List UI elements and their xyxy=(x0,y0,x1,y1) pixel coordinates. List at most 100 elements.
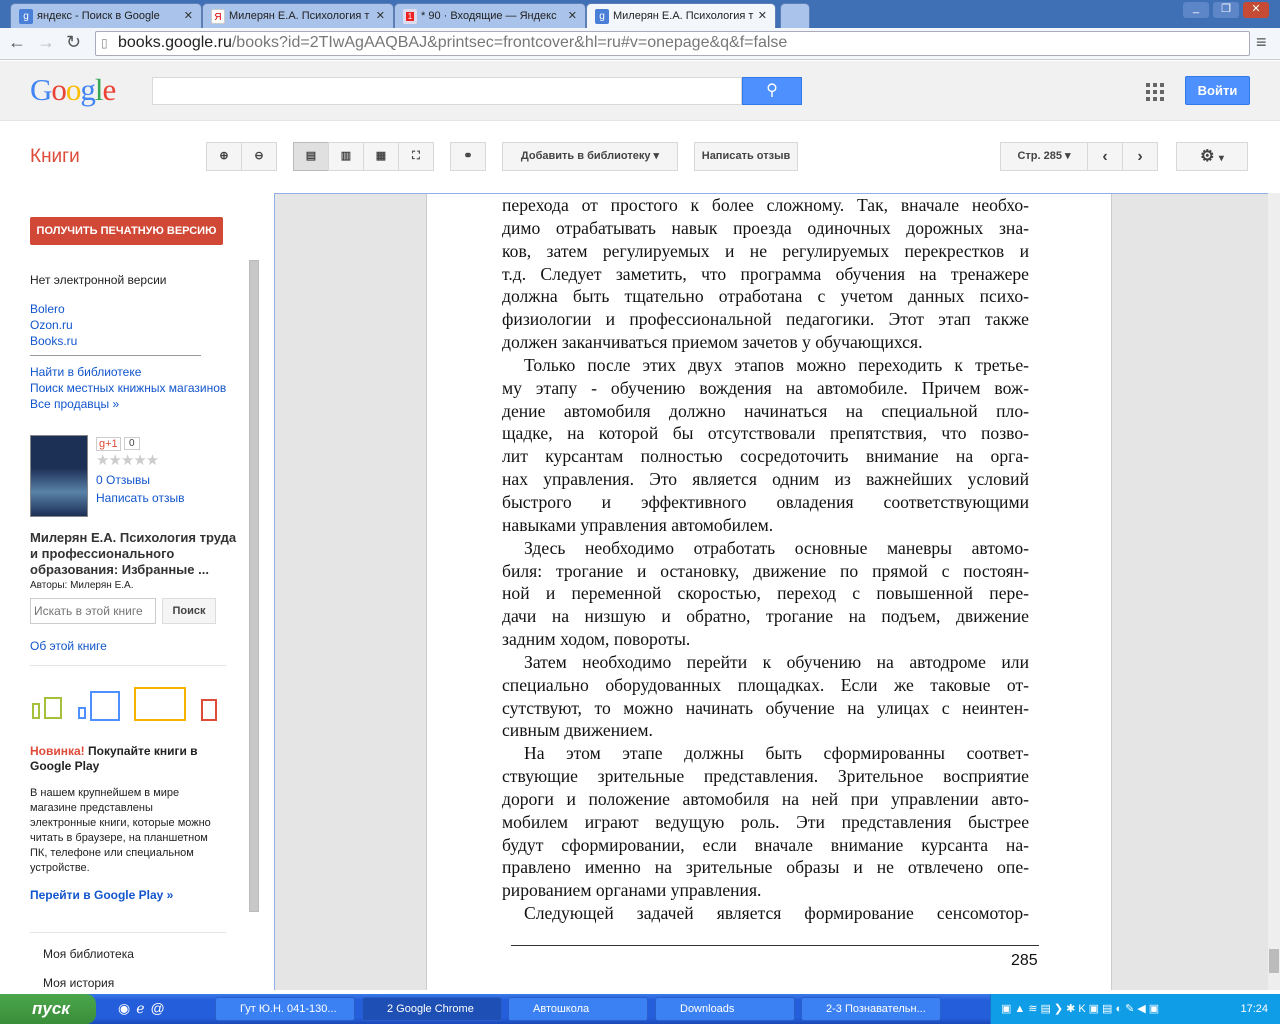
zoom-in-button[interactable]: ⊕ xyxy=(206,142,242,171)
google-play-link[interactable]: Перейти в Google Play » xyxy=(30,888,173,902)
promo-text: В нашем крупнейшем в мире магазине предс… xyxy=(30,787,211,874)
close-icon[interactable]: ✕ xyxy=(758,9,767,22)
tab-yandex-search[interactable]: g яндекс - Поиск в Google ✕ xyxy=(10,3,202,28)
reviews-link[interactable]: 0 Отзывы xyxy=(96,473,150,487)
text-line: правлено именно на зрительные образы и н… xyxy=(502,857,1029,878)
reload-icon[interactable]: ↻ xyxy=(66,32,81,53)
close-icon[interactable]: ✕ xyxy=(568,9,577,22)
task-item-word[interactable]: 2-3 Познавательн... xyxy=(801,997,941,1021)
forward-icon[interactable]: → xyxy=(37,32,55,53)
outlook-icon[interactable]: @ xyxy=(151,1000,165,1017)
menu-icon[interactable]: ≡ xyxy=(1256,32,1267,53)
local-stores-link[interactable]: Поиск местных книжных магазинов xyxy=(30,381,226,395)
text-line: дение автомобиля должно начинаться на сп… xyxy=(502,400,1029,421)
task-item[interactable]: Гут Ю.Н. 041-130... xyxy=(215,997,355,1021)
book-viewer: перехода от простого к более сложному. Т… xyxy=(274,193,1280,990)
next-page-button[interactable]: › xyxy=(1122,142,1158,171)
rating-stars: ★★★★★ xyxy=(96,452,159,469)
seller-link[interactable]: Bolero xyxy=(30,302,65,316)
seller-link[interactable]: Ozon.ru xyxy=(30,318,73,332)
book-cover[interactable] xyxy=(30,435,88,517)
my-library-link[interactable]: Моя библиотека xyxy=(43,947,134,961)
book-title: Милерян Е.А. Психология труда и професси… xyxy=(30,530,237,577)
text-line: мобилем играют ведущую роль. Эти предста… xyxy=(502,811,1029,832)
text-line: Следующей задачей является формирование … xyxy=(524,903,1029,924)
new-tab-button[interactable] xyxy=(780,3,810,28)
search-button[interactable]: ⚲ xyxy=(742,77,802,105)
prev-page-button[interactable]: ‹ xyxy=(1087,142,1123,171)
chrome-icon[interactable]: ◉ xyxy=(118,1000,130,1017)
book-search-input[interactable] xyxy=(30,598,156,624)
footer-rule xyxy=(511,945,1039,946)
settings-button[interactable]: ⚙ ▾ xyxy=(1176,142,1248,171)
text-line: специально оборудованных площадках. Если… xyxy=(502,674,1029,695)
maximize-icon[interactable]: ❐ xyxy=(1213,2,1239,18)
single-page-view-button[interactable]: ▤ xyxy=(293,142,329,171)
text-line: задним ходом, повороты. xyxy=(502,629,691,650)
text-line: биля: трогание и остановку, движение по … xyxy=(502,560,1029,581)
text-line: Затем необходимо перейти к обучению на а… xyxy=(524,651,1029,672)
tab-book-yandex[interactable]: Я Милерян Е.А. Психология т ✕ xyxy=(202,3,394,28)
gplus-button[interactable]: g+1 xyxy=(96,437,121,451)
tab-book-active[interactable]: g Милерян Е.А. Психология т ✕ xyxy=(586,3,776,28)
system-tray: ▣▲≋▤❯✱K▣▤◐✎◀▣ 17:24 xyxy=(990,994,1280,1024)
book-search-button[interactable]: Поиск xyxy=(162,598,216,624)
get-print-button[interactable]: ПОЛУЧИТЬ ПЕЧАТНУЮ ВЕРСИЮ xyxy=(30,217,223,245)
ie-icon[interactable]: ℯ xyxy=(136,1000,144,1017)
write-review-button[interactable]: Написать отзыв xyxy=(694,142,798,171)
close-icon[interactable]: ✕ xyxy=(184,9,193,22)
google-logo[interactable]: Google xyxy=(30,72,116,108)
all-sellers-link[interactable]: Все продавцы » xyxy=(30,397,119,411)
tray-icons[interactable]: ▣▲≋▤❯✱K▣▤◐✎◀▣ xyxy=(1001,1002,1162,1015)
divider xyxy=(30,932,226,933)
text-line: сивным движением. xyxy=(502,720,653,741)
chevron-left-icon: ‹ xyxy=(1102,148,1108,165)
fullscreen-button[interactable]: ⛶ xyxy=(398,142,434,171)
books-title[interactable]: Книги xyxy=(30,146,80,168)
minimize-icon[interactable]: _ xyxy=(1183,2,1209,18)
text-line: димо отрабатывать навык проезда одиночны… xyxy=(502,217,1029,238)
page-number: 285 xyxy=(1011,952,1038,969)
window-controls: _ ❐ ✕ xyxy=(1183,2,1273,18)
sign-in-button[interactable]: Войти xyxy=(1185,76,1250,105)
text-line: Здесь необходимо отработать основные ман… xyxy=(524,537,1029,558)
apps-grid-icon[interactable] xyxy=(1146,83,1164,101)
task-item-folder[interactable]: Downloads xyxy=(655,997,795,1021)
two-page-icon: ▥ xyxy=(340,150,352,162)
text-line: навыками управления автомобилем. xyxy=(502,514,774,535)
task-item-folder[interactable]: Автошкола xyxy=(508,997,648,1021)
close-icon[interactable]: ✕ xyxy=(376,9,385,22)
two-page-view-button[interactable]: ▥ xyxy=(328,142,364,171)
my-history-link[interactable]: Моя история xyxy=(43,976,114,990)
find-library-link[interactable]: Найти в библиотеке xyxy=(30,365,141,379)
tab-mail[interactable]: 1 * 90 · Входящие — Яндекс ✕ xyxy=(394,3,586,28)
task-item-chrome[interactable]: 2 Google Chrome xyxy=(362,997,502,1021)
back-icon[interactable]: ← xyxy=(8,32,26,53)
fullscreen-icon: ⛶ xyxy=(412,150,420,162)
sidebar-scrollbar[interactable] xyxy=(249,260,259,912)
text-line: дачи на низшую и обратно, трогание на по… xyxy=(502,606,1029,627)
gplus-count: 0 xyxy=(124,437,140,450)
yandex-icon: Я xyxy=(211,9,225,24)
search-input[interactable] xyxy=(152,77,742,105)
text-line: быстрого и эффективного овладения соотве… xyxy=(502,491,1029,512)
page-select[interactable]: Стр. 285 ▾ xyxy=(1000,142,1088,171)
text-line: рированием органами управления. xyxy=(502,880,762,901)
start-button[interactable]: пуск xyxy=(0,994,96,1024)
sidebar: ПОЛУЧИТЬ ПЕЧАТНУЮ ВЕРСИЮ Нет электронной… xyxy=(0,193,274,990)
divider xyxy=(30,355,201,356)
write-review-link[interactable]: Написать отзыв xyxy=(96,491,184,505)
page-icon: ▯ xyxy=(101,36,108,50)
close-window-icon[interactable]: ✕ xyxy=(1243,2,1269,18)
about-book-link[interactable]: Об этой книге xyxy=(30,639,107,653)
viewer-scrollbar[interactable] xyxy=(1268,193,1280,990)
devices-illustration xyxy=(30,685,220,729)
seller-link[interactable]: Books.ru xyxy=(30,334,77,348)
search-icon: ⚲ xyxy=(766,82,778,99)
address-bar[interactable]: ▯ books.google.ru/books?id=2TIwAgAAQBAJ&p… xyxy=(95,31,1250,56)
thumbnail-view-button[interactable]: ▦ xyxy=(363,142,399,171)
link-button[interactable]: ⚭ xyxy=(450,142,486,171)
add-to-library-button[interactable]: Добавить в библиотеку ▾ xyxy=(502,142,678,171)
scroll-thumb[interactable] xyxy=(1269,949,1279,973)
zoom-out-button[interactable]: ⊖ xyxy=(241,142,277,171)
